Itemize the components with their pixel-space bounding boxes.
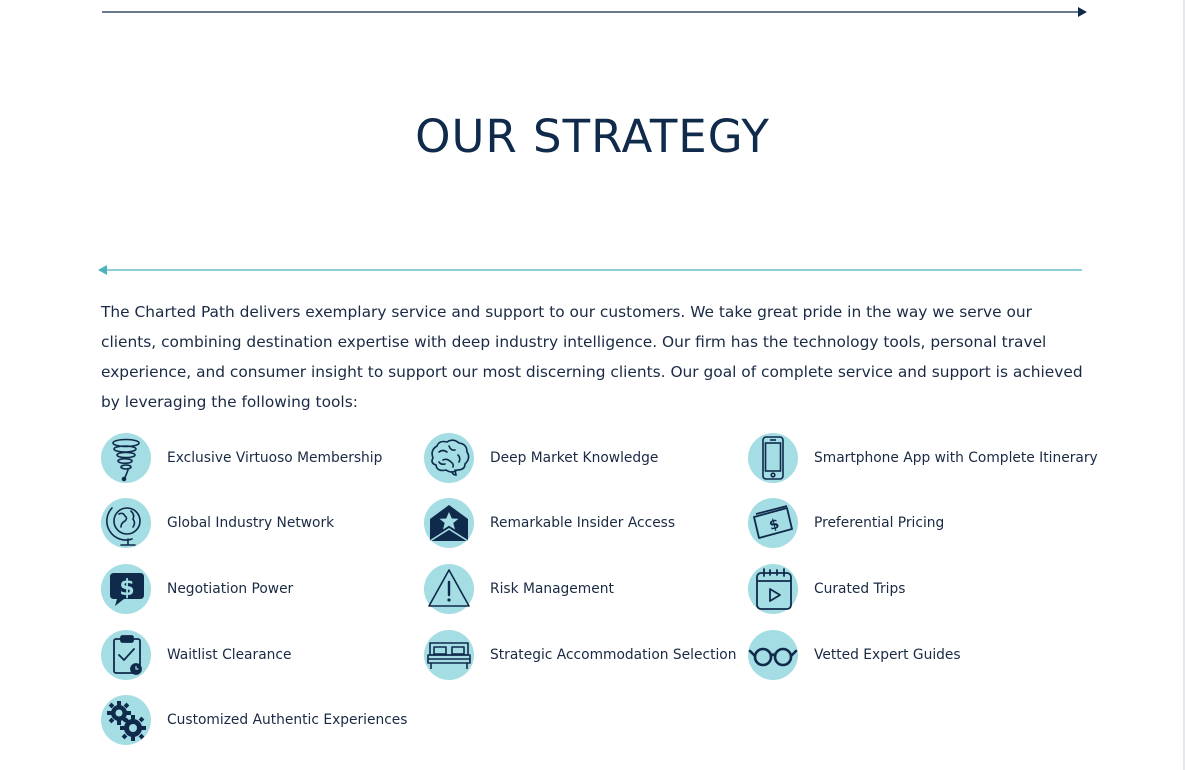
tool-label: Smartphone App with Complete Itinerary <box>814 450 1098 466</box>
tool-label: Risk Management <box>490 581 614 597</box>
tool-item-custom-experiences: Customized Authentic Experiences <box>101 694 407 746</box>
tool-item-risk-management: Risk Management <box>424 563 614 615</box>
tool-item-insider-access: Remarkable Insider Access <box>424 497 675 549</box>
tool-item-market-knowledge: Deep Market Knowledge <box>424 432 658 484</box>
tool-label: Vetted Expert Guides <box>814 647 961 663</box>
bed-icon <box>424 630 474 680</box>
calendar-play-icon <box>748 564 798 614</box>
intro-paragraph: The Charted Path delivers exemplary serv… <box>101 303 1083 411</box>
dollar-speech-bubble-icon: $ <box>101 564 151 614</box>
tool-label: Waitlist Clearance <box>167 647 292 663</box>
globe-icon <box>101 498 151 548</box>
tool-label: Customized Authentic Experiences <box>167 712 408 728</box>
tool-item-waitlist-clearance: Waitlist Clearance <box>101 629 291 681</box>
warning-icon <box>424 564 474 614</box>
tool-label: Preferential Pricing <box>814 515 945 531</box>
gears-icon <box>101 695 151 745</box>
tool-label: Strategic Accommodation Selection <box>490 647 737 663</box>
top-divider-arrow-right <box>102 7 1087 17</box>
clipboard-check-icon <box>101 630 151 680</box>
divider-arrow-left <box>98 265 1082 275</box>
tornado-icon <box>101 433 151 483</box>
tool-label: Negotiation Power <box>167 581 294 597</box>
smartphone-icon <box>748 433 798 483</box>
star-envelope-icon <box>424 498 474 548</box>
glasses-icon <box>748 630 798 680</box>
svg-text:$: $ <box>767 516 781 534</box>
tool-item-virtuoso-membership: Exclusive Virtuoso Membership <box>101 432 382 484</box>
tool-item-curated-trips: Curated Trips <box>748 563 905 615</box>
tool-item-negotiation-power: $ Negotiation Power <box>101 563 293 615</box>
tool-item-accommodation-selection: Strategic Accommodation Selection <box>424 629 737 681</box>
svg-text:$: $ <box>119 576 134 601</box>
tool-item-global-network: Global Industry Network <box>101 497 334 549</box>
brain-icon <box>424 433 474 483</box>
tool-item-smartphone-app: Smartphone App with Complete Itinerary <box>748 432 1098 484</box>
money-icon: $ <box>748 498 798 548</box>
tool-label: Remarkable Insider Access <box>490 515 676 531</box>
tool-item-preferential-pricing: $ Preferential Pricing <box>748 497 944 549</box>
tool-label: Deep Market Knowledge <box>490 450 659 466</box>
tool-label: Global Industry Network <box>167 515 335 531</box>
tool-label: Exclusive Virtuoso Membership <box>167 450 383 466</box>
page-title: OUR STRATEGY <box>415 110 770 163</box>
tool-item-expert-guides: Vetted Expert Guides <box>748 629 961 681</box>
tool-label: Curated Trips <box>814 581 906 597</box>
